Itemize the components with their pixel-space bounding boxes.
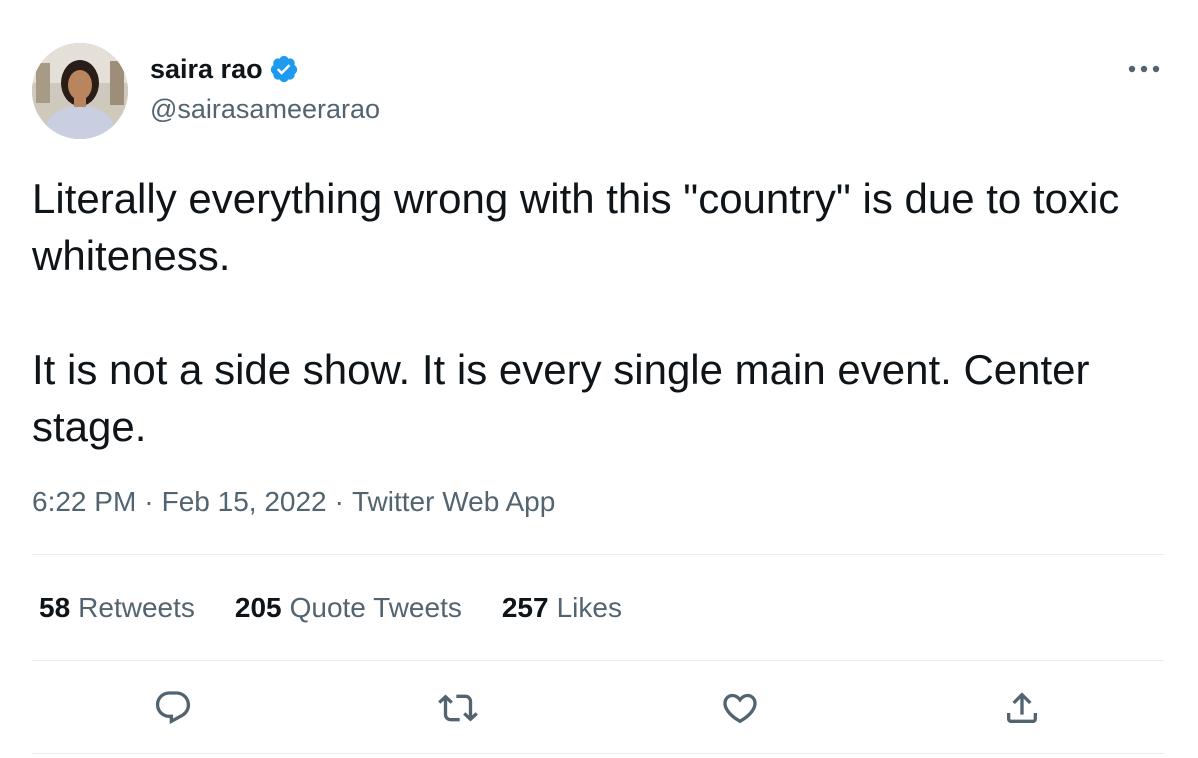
tweet-text: Literally everything wrong with this "co… [32,175,1120,450]
quote-tweets-count: 205 [234,592,282,623]
share-icon [1007,692,1037,723]
likes-label: Likes [556,592,622,623]
divider [32,660,1164,661]
retweet-icon [438,694,478,722]
tweet-source[interactable]: Twitter Web App [352,482,555,522]
likes-stat[interactable]: 257 Likes [502,588,622,628]
reply-icon [155,691,191,725]
user-handle[interactable]: @sairasameerarao [150,92,380,126]
quote-tweets-stat[interactable]: 205 Quote Tweets [235,588,462,628]
separator-dot: · [334,486,344,517]
tweet-date[interactable]: Feb 15, 2022 [162,482,327,522]
tweet-time[interactable]: 6:22 PM [32,482,136,522]
more-options-button[interactable] [1124,52,1164,86]
quote-tweets-label: Quote Tweets [289,592,462,623]
name-row: saira rao [150,52,380,86]
separator-dot: · [144,486,154,517]
divider [32,753,1164,754]
tweet-metadata: 6:22 PM · Feb 15, 2022 · Twitter Web App [32,482,555,522]
like-button[interactable] [718,686,762,730]
tweet-card: saira rao @sairasameerarao Literally eve… [0,0,1198,758]
display-name[interactable]: saira rao [150,52,263,86]
reply-button[interactable] [151,686,195,730]
likes-count: 257 [501,592,549,623]
retweet-button[interactable] [436,686,480,730]
heart-icon [723,693,757,724]
avatar-image [32,43,128,139]
retweets-stat[interactable]: 58 Retweets [39,588,195,628]
share-button[interactable] [1000,686,1044,730]
divider [32,554,1164,555]
retweets-label: Retweets [78,592,195,623]
tweet-author: saira rao @sairasameerarao [150,52,380,126]
retweets-count: 58 [39,592,71,623]
avatar[interactable] [32,43,128,139]
verified-badge-icon [269,54,299,84]
more-horizontal-icon [1128,65,1160,73]
tweet-stats: 58 Retweets 205 Quote Tweets 257 Likes [39,588,662,628]
